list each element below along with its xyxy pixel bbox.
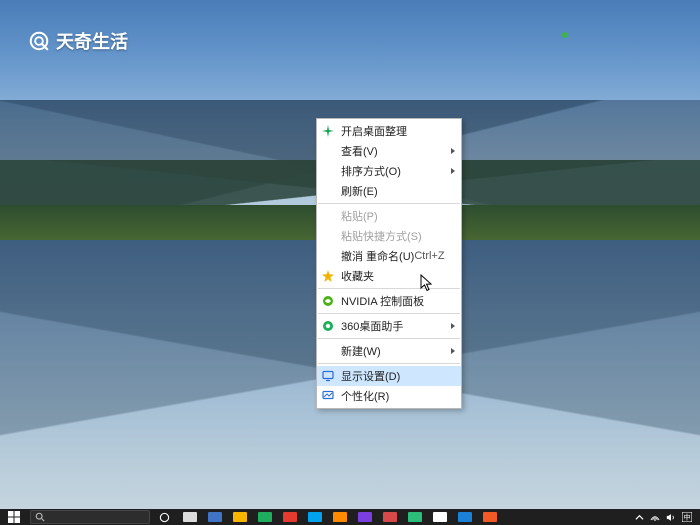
menu-item-paste-shortcut: 粘贴快捷方式(S) bbox=[317, 226, 461, 246]
start-button[interactable] bbox=[0, 509, 28, 525]
watermark-logo: 天奇生活 bbox=[28, 28, 128, 54]
app-icon bbox=[358, 512, 372, 522]
taskbar-app-task-view[interactable] bbox=[178, 509, 202, 525]
taskbar-app-app-4[interactable] bbox=[278, 509, 302, 525]
taskbar-app-app-10[interactable] bbox=[428, 509, 452, 525]
menu-item-undo-rename[interactable]: 撤消 重命名(U)Ctrl+Z bbox=[317, 246, 461, 266]
taskbar-app-app-11[interactable] bbox=[453, 509, 477, 525]
menu-item-sort[interactable]: 排序方式(O) bbox=[317, 161, 461, 181]
watermark-q-icon bbox=[28, 30, 50, 52]
menu-item-label: 刷新(E) bbox=[341, 183, 378, 199]
taskbar-app-app-9[interactable] bbox=[403, 509, 427, 525]
taskbar-app-app-6[interactable] bbox=[328, 509, 352, 525]
menu-item-view[interactable]: 查看(V) bbox=[317, 141, 461, 161]
app-icon bbox=[283, 512, 297, 522]
menu-separator bbox=[318, 363, 460, 364]
menu-item-label: 排序方式(O) bbox=[341, 163, 401, 179]
menu-item-label: 撤消 重命名(U) bbox=[341, 248, 414, 264]
search-icon bbox=[35, 512, 45, 522]
menu-item-refresh[interactable]: 刷新(E) bbox=[317, 181, 461, 201]
menu-item-paste: 粘贴(P) bbox=[317, 206, 461, 226]
taskbar-app-app-1[interactable] bbox=[203, 509, 227, 525]
system-tray: 中 bbox=[634, 512, 700, 522]
taskbar-pinned-apps bbox=[178, 509, 502, 525]
app-icon bbox=[258, 512, 272, 522]
taskbar: 中 bbox=[0, 509, 700, 525]
menu-item-label: 开启桌面整理 bbox=[341, 123, 407, 139]
app-icon bbox=[408, 512, 422, 522]
volume-icon[interactable] bbox=[666, 512, 676, 522]
taskbar-app-app-12[interactable] bbox=[478, 509, 502, 525]
menu-separator bbox=[318, 313, 460, 314]
watermark-text: 天奇生活 bbox=[56, 28, 128, 54]
menu-item-label: 新建(W) bbox=[341, 343, 381, 359]
menu-separator bbox=[318, 288, 460, 289]
app-icon bbox=[458, 512, 472, 522]
windows-icon bbox=[8, 511, 20, 523]
star-icon bbox=[321, 269, 335, 283]
menu-item-label: NVIDIA 控制面板 bbox=[341, 293, 424, 309]
menu-item-label: 个性化(R) bbox=[341, 388, 389, 404]
submenu-arrow-icon bbox=[451, 323, 455, 329]
desktop-background[interactable]: 天奇生活 开启桌面整理查看(V) 排序方式(O) 刷新(E) 粘贴(P) 粘贴快捷方式(… bbox=[0, 0, 700, 525]
taskbar-app-app-8[interactable] bbox=[378, 509, 402, 525]
app-icon bbox=[233, 512, 247, 522]
taskbar-app-app-5[interactable] bbox=[303, 509, 327, 525]
nvidia-icon bbox=[321, 294, 335, 308]
svg-text:中: 中 bbox=[684, 513, 691, 522]
desktop-context-menu: 开启桌面整理查看(V) 排序方式(O) 刷新(E) 粘贴(P) 粘贴快捷方式(S) 撤消 … bbox=[316, 118, 462, 409]
360-icon bbox=[321, 319, 335, 333]
ime-icon[interactable]: 中 bbox=[682, 512, 692, 522]
taskbar-app-app-7[interactable] bbox=[353, 509, 377, 525]
menu-separator bbox=[318, 338, 460, 339]
menu-item-360-wallpaper[interactable]: 360桌面助手 bbox=[317, 316, 461, 336]
search-box[interactable] bbox=[30, 510, 150, 524]
cortana-icon bbox=[159, 512, 170, 523]
app-icon bbox=[308, 512, 322, 522]
menu-item-label: 显示设置(D) bbox=[341, 368, 400, 384]
app-icon bbox=[183, 512, 197, 522]
chevron-up-icon[interactable] bbox=[634, 512, 644, 522]
menu-item-label: 粘贴快捷方式(S) bbox=[341, 228, 422, 244]
menu-item-shortcut: Ctrl+Z bbox=[414, 250, 444, 262]
menu-item-label: 粘贴(P) bbox=[341, 208, 378, 224]
sparkle-icon bbox=[321, 124, 335, 138]
menu-item-favorites[interactable]: 收藏夹 bbox=[317, 266, 461, 286]
menu-item-personalize[interactable]: 个性化(R) bbox=[317, 386, 461, 406]
network-icon[interactable] bbox=[650, 512, 660, 522]
app-icon bbox=[383, 512, 397, 522]
app-icon bbox=[208, 512, 222, 522]
menu-item-label: 360桌面助手 bbox=[341, 318, 403, 334]
cortana-button[interactable] bbox=[152, 509, 176, 525]
submenu-arrow-icon bbox=[451, 148, 455, 154]
menu-separator bbox=[318, 203, 460, 204]
menu-item-nvidia[interactable]: NVIDIA 控制面板 bbox=[317, 291, 461, 311]
submenu-arrow-icon bbox=[451, 168, 455, 174]
taskbar-app-app-2[interactable] bbox=[228, 509, 252, 525]
menu-item-display-settings[interactable]: 显示设置(D) bbox=[317, 366, 461, 386]
menu-item-label: 收藏夹 bbox=[341, 268, 374, 284]
menu-item-new[interactable]: 新建(W) bbox=[317, 341, 461, 361]
app-icon bbox=[333, 512, 347, 522]
submenu-arrow-icon bbox=[451, 348, 455, 354]
app-icon bbox=[483, 512, 497, 522]
paint-icon bbox=[321, 389, 335, 403]
taskbar-app-app-3[interactable] bbox=[253, 509, 277, 525]
menu-item-label: 查看(V) bbox=[341, 143, 378, 159]
menu-item-open-desktop-manage[interactable]: 开启桌面整理 bbox=[317, 121, 461, 141]
monitor-icon bbox=[321, 369, 335, 383]
app-icon bbox=[433, 512, 447, 522]
